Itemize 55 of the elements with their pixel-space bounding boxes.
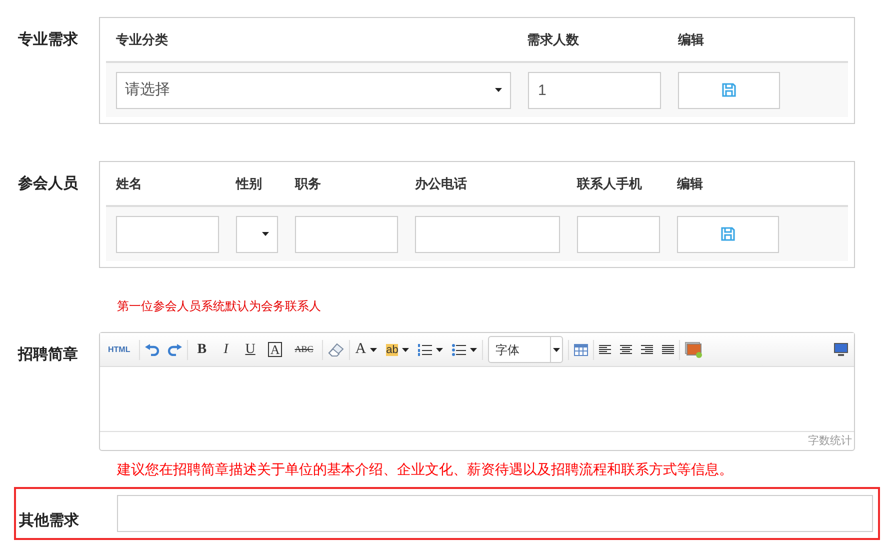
image-icon[interactable] xyxy=(685,342,704,358)
caret-icon xyxy=(495,88,502,92)
count-field[interactable]: 1 xyxy=(528,72,661,108)
undo-icon[interactable] xyxy=(145,344,160,356)
column-header: 性别 xyxy=(236,174,263,193)
caret-icon xyxy=(553,348,560,352)
align-right-icon[interactable] xyxy=(641,344,654,354)
word-count: 字数统计 xyxy=(808,434,852,449)
font-select[interactable]: 字体 xyxy=(488,336,564,363)
field-label: 专业需求 xyxy=(17,30,79,50)
column-header: 姓名 xyxy=(116,174,143,193)
monitor-icon[interactable] xyxy=(834,343,848,356)
underline-button[interactable]: U xyxy=(241,339,260,360)
html-button[interactable]: HTML xyxy=(104,344,134,356)
caret-icon xyxy=(262,232,269,236)
italic-button[interactable]: I xyxy=(220,339,232,360)
border-text-button[interactable]: A xyxy=(268,342,282,357)
caret-icon xyxy=(470,348,478,352)
column-header: 联系人手机 xyxy=(577,174,643,193)
category-select[interactable]: 请选择 xyxy=(116,72,511,108)
eraser-icon[interactable] xyxy=(328,342,344,356)
strikethrough-button[interactable]: ABC xyxy=(290,342,318,356)
save-icon xyxy=(721,227,735,241)
input-field[interactable] xyxy=(577,216,660,252)
numbered-list-button[interactable] xyxy=(418,344,444,356)
column-header: 编辑 xyxy=(677,174,703,193)
column-header: 办公电话 xyxy=(415,174,468,193)
column-header: 需求人数 xyxy=(527,30,580,49)
justify-icon[interactable] xyxy=(662,344,674,354)
caret-icon xyxy=(436,348,444,352)
field-label: 参会人员 xyxy=(17,174,79,194)
redo-icon[interactable] xyxy=(168,344,182,356)
input-field[interactable] xyxy=(116,216,219,252)
rich-text-editor[interactable]: HTML B I U A ABC A ab 字体 字数统计 xyxy=(99,332,855,451)
align-left-icon[interactable] xyxy=(599,344,612,354)
caret-icon xyxy=(370,348,378,352)
column-header: 专业分类 xyxy=(116,30,169,49)
input-field[interactable] xyxy=(415,216,560,252)
field-label: 其他需求 xyxy=(18,511,80,532)
input-field[interactable] xyxy=(295,216,398,252)
bold-button[interactable]: B xyxy=(193,339,211,360)
column-header: 编辑 xyxy=(678,30,704,49)
align-center-icon[interactable] xyxy=(620,344,632,354)
bullet-list-button[interactable] xyxy=(452,344,478,356)
table-icon[interactable] xyxy=(574,344,588,356)
save-icon xyxy=(722,83,736,97)
hint-text: 建议您在招聘简章描述关于单位的基本介绍、企业文化、薪资待遇以及招聘流程和联系方式等信息。 xyxy=(117,461,733,477)
caret-icon xyxy=(402,348,410,352)
field-label: 招聘简章 xyxy=(16,345,79,365)
note-text: 第一位参会人员系统默认为会务联系人 xyxy=(117,299,321,313)
column-header: 职务 xyxy=(295,174,322,193)
input-field[interactable] xyxy=(117,495,873,532)
save-button[interactable] xyxy=(677,216,779,252)
save-button[interactable] xyxy=(678,72,780,108)
font-color-button[interactable]: A xyxy=(355,338,378,361)
